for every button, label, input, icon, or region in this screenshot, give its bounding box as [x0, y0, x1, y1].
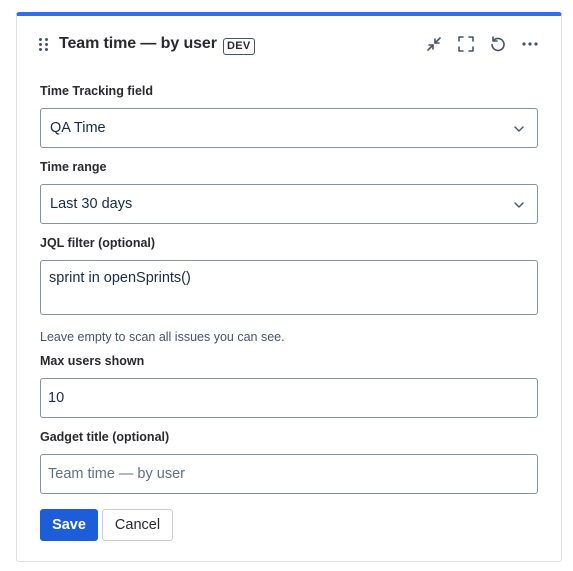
- drag-handle-icon[interactable]: [39, 38, 49, 52]
- time-tracking-field-select[interactable]: QA Time: [40, 108, 538, 148]
- more-icon[interactable]: [520, 34, 540, 54]
- fullscreen-icon[interactable]: [456, 34, 476, 54]
- jql-filter-value: sprint in openSprints(): [49, 270, 191, 286]
- jql-filter-textarea[interactable]: sprint in openSprints(): [40, 260, 538, 315]
- gadget-header: Team time — by user DEV: [17, 16, 561, 74]
- time-range-label: Time range: [40, 160, 107, 174]
- time-tracking-field-label: Time Tracking field: [40, 84, 154, 98]
- save-button[interactable]: Save: [40, 509, 98, 541]
- time-range-select[interactable]: Last 30 days: [40, 184, 538, 224]
- chevron-down-icon: [514, 202, 524, 208]
- refresh-icon[interactable]: [488, 34, 508, 54]
- jql-filter-label: JQL filter (optional): [40, 236, 156, 250]
- gadget-title: Team time — by user: [59, 35, 217, 52]
- minimize-icon[interactable]: [424, 34, 444, 54]
- chevron-down-icon: [514, 126, 524, 132]
- cancel-button[interactable]: Cancel: [102, 509, 173, 541]
- dev-badge: DEV: [223, 38, 255, 55]
- time-range-value: Last 30 days: [50, 196, 133, 212]
- time-tracking-field-value: QA Time: [50, 120, 106, 136]
- jql-filter-help-text: Leave empty to scan all issues you can s…: [40, 330, 285, 344]
- max-users-input[interactable]: [40, 378, 538, 418]
- max-users-label: Max users shown: [40, 354, 145, 368]
- gadget-title-label: Gadget title (optional): [40, 430, 170, 444]
- gadget-title-input[interactable]: [40, 454, 538, 494]
- gadget-card: Team time — by user DEV Time Tracking fi…: [16, 12, 562, 562]
